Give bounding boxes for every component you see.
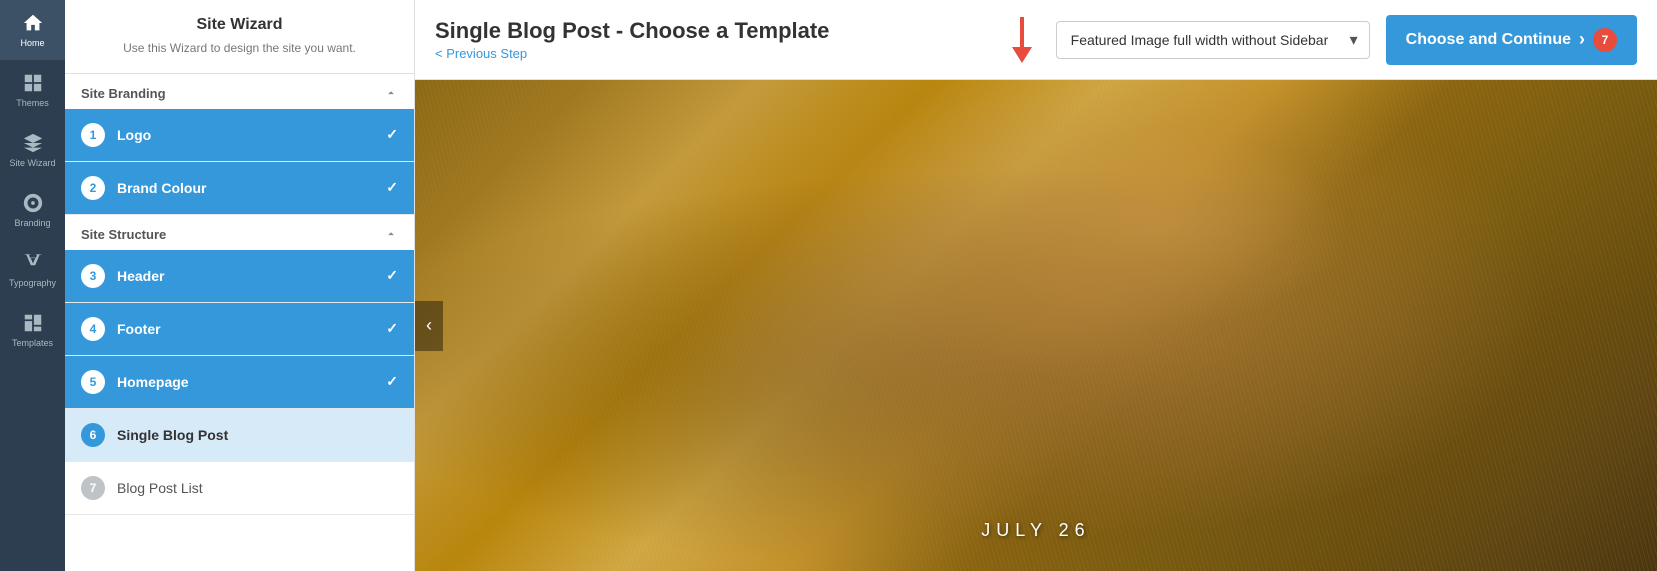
step-footer[interactable]: 4 Footer ✓ xyxy=(65,303,414,356)
choose-continue-button[interactable]: Choose and Continue › 7 xyxy=(1386,15,1637,65)
template-dropdown-wrapper: Featured Image full width without Sideba… xyxy=(1056,21,1370,59)
date-overlay: JULY 26 xyxy=(981,520,1090,541)
step-logo-number: 1 xyxy=(81,123,105,147)
step-logo[interactable]: 1 Logo ✓ xyxy=(65,109,414,162)
step-footer-check: ✓ xyxy=(386,320,398,337)
carousel-prev-arrow[interactable]: ‹ xyxy=(415,301,443,351)
preview-background: ‹ JULY 26 xyxy=(415,80,1657,571)
sidebar-item-themes[interactable]: Themes xyxy=(0,60,65,120)
step-single-blog-label: Single Blog Post xyxy=(117,427,398,443)
arrow-shaft xyxy=(1020,17,1024,47)
sidebar-item-typography-label: Typography xyxy=(9,278,56,288)
chevron-up-icon xyxy=(384,86,398,100)
step-header-check: ✓ xyxy=(386,267,398,284)
template-dropdown[interactable]: Featured Image full width without Sideba… xyxy=(1056,21,1370,59)
step-blog-list-label: Blog Post List xyxy=(117,480,398,496)
step-homepage-check: ✓ xyxy=(386,373,398,390)
sidebar-title: Site Wizard xyxy=(81,16,398,34)
step-blog-list-number: 7 xyxy=(81,476,105,500)
templates-icon xyxy=(22,312,44,334)
arrow-head xyxy=(1012,47,1032,63)
step-header-label: Header xyxy=(117,268,386,284)
step-brand-colour[interactable]: 2 Brand Colour ✓ xyxy=(65,162,414,215)
step-blog-list[interactable]: 7 Blog Post List xyxy=(65,462,414,515)
site-branding-section: Site Branding xyxy=(65,74,414,109)
step-single-blog[interactable]: 6 Single Blog Post xyxy=(65,409,414,462)
sidebar-description: Use this Wizard to design the site you w… xyxy=(81,40,398,57)
step-footer-label: Footer xyxy=(117,321,386,337)
choose-continue-label: Choose and Continue xyxy=(1406,31,1571,49)
sidebar-item-themes-label: Themes xyxy=(16,98,49,108)
chevron-left-icon: ‹ xyxy=(426,315,432,336)
sidebar-item-typography[interactable]: Typography xyxy=(0,240,65,300)
arrow-right-icon: › xyxy=(1579,29,1585,50)
step-brand-label: Brand Colour xyxy=(117,180,386,196)
page-title: Single Blog Post - Choose a Template xyxy=(435,18,996,44)
top-bar-left: Single Blog Post - Choose a Template < P… xyxy=(435,18,996,61)
step-header[interactable]: 3 Header ✓ xyxy=(65,250,414,303)
sidebar-item-wizard-label: Site Wizard xyxy=(9,158,55,168)
step-logo-check: ✓ xyxy=(386,126,398,143)
step-homepage-label: Homepage xyxy=(117,374,386,390)
themes-icon xyxy=(22,72,44,94)
step-single-blog-number: 6 xyxy=(81,423,105,447)
prev-step-label: < Previous Step xyxy=(435,46,527,61)
sidebar-item-templates-label: Templates xyxy=(12,338,53,348)
steps-sidebar: Site Wizard Use this Wizard to design th… xyxy=(65,0,415,571)
home-icon xyxy=(22,12,44,34)
step-footer-number: 4 xyxy=(81,317,105,341)
step-header-number: 3 xyxy=(81,264,105,288)
step-brand-check: ✓ xyxy=(386,179,398,196)
step-homepage-number: 5 xyxy=(81,370,105,394)
site-structure-label: Site Structure xyxy=(81,227,166,242)
sidebar-header: Site Wizard Use this Wizard to design th… xyxy=(65,0,414,74)
sidebar-item-branding[interactable]: Branding xyxy=(0,180,65,240)
top-bar: Single Blog Post - Choose a Template < P… xyxy=(415,0,1657,80)
step-homepage[interactable]: 5 Homepage ✓ xyxy=(65,356,414,409)
icon-sidebar: Home Themes Site Wizard Branding Typogra… xyxy=(0,0,65,571)
site-structure-section: Site Structure xyxy=(65,215,414,250)
sidebar-item-templates[interactable]: Templates xyxy=(0,300,65,360)
branding-icon xyxy=(22,192,44,214)
site-branding-label: Site Branding xyxy=(81,86,166,101)
sidebar-item-wizard[interactable]: Site Wizard xyxy=(0,120,65,180)
step-badge: 7 xyxy=(1593,28,1617,52)
step-brand-number: 2 xyxy=(81,176,105,200)
preview-area: ‹ JULY 26 xyxy=(415,80,1657,571)
wizard-icon xyxy=(22,132,44,154)
main-content: Single Blog Post - Choose a Template < P… xyxy=(415,0,1657,571)
sidebar-item-branding-label: Branding xyxy=(14,218,50,228)
step-logo-label: Logo xyxy=(117,127,386,143)
grass-texture-overlay xyxy=(415,80,1657,571)
chevron-up-icon-2 xyxy=(384,227,398,241)
typography-icon xyxy=(22,252,44,274)
sidebar-item-home[interactable]: Home xyxy=(0,0,65,60)
arrow-indicator xyxy=(1012,17,1032,63)
sidebar-item-home-label: Home xyxy=(20,38,44,48)
prev-step[interactable]: < Previous Step xyxy=(435,46,996,61)
